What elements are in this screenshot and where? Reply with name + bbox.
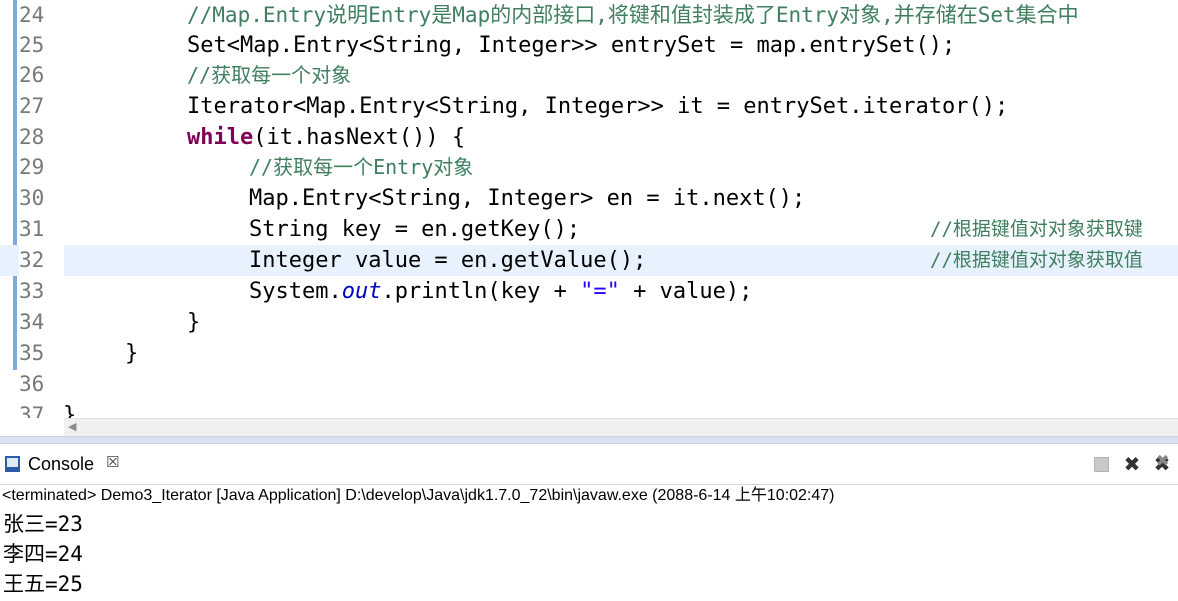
code-editor[interactable]: 24 //Map.Entry说明Entry是Map的内部接口,将键和值封装成了E… <box>0 0 1178 418</box>
code-fragment: System. <box>249 279 342 304</box>
output-line: 张三=23 <box>3 512 83 536</box>
code-text: Set<Map.Entry<String, Integer>> entrySet… <box>187 33 956 58</box>
remove-all-button[interactable]: ✖ ✖ <box>1150 451 1174 476</box>
code-text: Iterator<Map.Entry<String, Integer>> it … <box>187 94 1009 119</box>
console-output[interactable]: 张三=23 李四=24 王五=25 <box>3 509 83 599</box>
line-number: 24 <box>19 3 45 27</box>
code-line[interactable]: 26 //获取每一个对象 <box>0 60 1178 91</box>
trailing-comment: //根据键值对对象获取值 <box>930 249 1143 271</box>
line-number: 36 <box>19 372 45 396</box>
keyword-while: while <box>187 125 254 150</box>
code-line-current[interactable]: 32 Integer value = en.getValue(); //根据键值… <box>0 245 1178 276</box>
line-number: 27 <box>19 94 45 118</box>
code-line[interactable]: 33 System.out.println(key + "=" + value)… <box>0 276 1178 307</box>
view-splitter[interactable] <box>0 436 1178 444</box>
trailing-comment: //根据键值对对象获取键 <box>930 218 1143 240</box>
code-line[interactable]: 34 } <box>0 307 1178 338</box>
code-line[interactable]: 24 //Map.Entry说明Entry是Map的内部接口,将键和值封装成了E… <box>0 0 1178 31</box>
line-number: 33 <box>19 279 45 303</box>
code-text: Map.Entry<String, Integer> en = it.next(… <box>249 186 806 211</box>
static-field: out <box>341 279 382 304</box>
code-text: while(it.hasNext()) { <box>187 122 465 153</box>
code-line[interactable]: 29 //获取每一个Entry对象 <box>0 152 1178 183</box>
code-comment: //获取每一个对象 <box>187 63 352 87</box>
line-number: 25 <box>19 33 45 57</box>
line-number: 35 <box>19 341 45 365</box>
remove-all-secondary-icon: ✖ <box>1156 451 1170 470</box>
line-number: 26 <box>19 63 45 87</box>
code-text: } <box>187 310 201 335</box>
code-text: System.out.println(key + "=" + value); <box>249 276 752 307</box>
code-line[interactable]: 27 Iterator<Map.Entry<String, Integer>> … <box>0 91 1178 122</box>
code-line[interactable]: 25 Set<Map.Entry<String, Integer>> entry… <box>0 30 1178 61</box>
line-number: 30 <box>19 186 45 210</box>
code-text: } <box>125 341 139 366</box>
code-text: Integer value = en.getValue(); <box>249 248 647 273</box>
line-number: 28 <box>19 125 45 149</box>
console-tab-label: Console <box>28 454 95 474</box>
remove-launch-icon: ✖ <box>1123 452 1141 476</box>
code-line[interactable]: 37 } <box>0 400 1178 418</box>
line-number: 37 <box>19 403 45 418</box>
remove-launch-button[interactable]: ✖ <box>1120 452 1144 476</box>
code-fragment: + value); <box>619 279 753 304</box>
code-comment: //获取每一个Entry对象 <box>249 155 474 179</box>
code-line[interactable]: 36 <box>0 369 1178 400</box>
code-fragment: (it.hasNext()) { <box>253 125 466 150</box>
console-status-line: <terminated> Demo3_Iterator [Java Applic… <box>2 487 835 504</box>
code-line[interactable]: 31 String key = en.getKey(); //根据键值对对象获取… <box>0 214 1178 245</box>
code-text: } <box>63 403 77 418</box>
line-number: 32 <box>19 245 64 276</box>
output-line: 王五=25 <box>3 572 83 596</box>
line-number: 31 <box>19 217 45 241</box>
code-line[interactable]: 28 while(it.hasNext()) { <box>0 122 1178 153</box>
code-line[interactable]: 30 Map.Entry<String, Integer> en = it.ne… <box>0 183 1178 214</box>
line-number: 34 <box>19 310 45 334</box>
console-view-header: Console ☒ ✖ ✖ ✖ <box>0 444 1178 485</box>
code-fragment: .println(key + <box>381 279 581 304</box>
console-tab[interactable]: Console ☒ <box>0 444 140 484</box>
terminate-button[interactable] <box>1089 452 1113 476</box>
code-text: String key = en.getKey(); <box>249 217 581 242</box>
line-number: 29 <box>19 155 45 179</box>
close-icon[interactable]: ☒ <box>106 453 119 471</box>
code-comment: //Map.Entry说明Entry是Map的内部接口,将键和值封装成了Entr… <box>187 3 1079 27</box>
string-literal: "=" <box>580 279 620 304</box>
stop-icon <box>1093 457 1109 472</box>
console-view-icon <box>5 456 20 472</box>
horizontal-scrollbar[interactable]: ◀ <box>64 418 1178 437</box>
scroll-left-arrow-icon[interactable]: ◀ <box>68 420 76 433</box>
code-line[interactable]: 35 } <box>0 338 1178 369</box>
output-line: 李四=24 <box>3 542 83 566</box>
